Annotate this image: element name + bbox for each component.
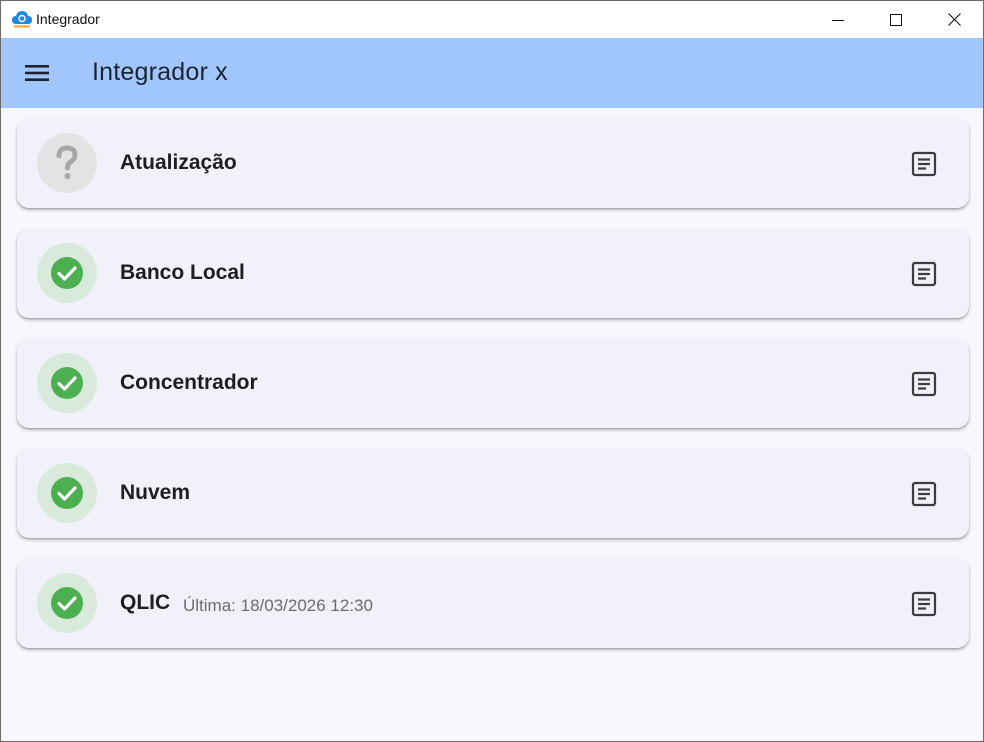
last-sync-text: Última: 18/03/2026 12:30 <box>183 596 373 615</box>
maximize-icon <box>890 13 902 26</box>
log-icon[interactable] <box>911 591 937 617</box>
status-avatar <box>37 573 97 633</box>
check-circle-icon <box>51 367 83 399</box>
log-icon[interactable] <box>911 261 937 287</box>
status-avatar <box>37 133 97 193</box>
service-name: Nuvem <box>120 481 191 504</box>
minimize-icon <box>832 19 844 21</box>
app-logo-icon <box>12 11 32 28</box>
status-avatar <box>37 463 97 523</box>
check-circle-icon <box>51 257 83 289</box>
service-name: Banco Local <box>120 261 245 284</box>
close-icon <box>947 13 961 26</box>
service-card-atualizacao[interactable]: Atualização <box>17 118 969 208</box>
window-titlebar[interactable]: Integrador <box>1 1 983 38</box>
page-title: Integrador x <box>92 58 228 86</box>
maximize-button[interactable] <box>867 1 925 38</box>
service-name: Concentrador <box>120 371 258 394</box>
service-card-banco-local[interactable]: Banco Local <box>17 228 969 318</box>
log-icon[interactable] <box>911 371 937 397</box>
window-title: Integrador <box>36 11 100 27</box>
service-name: QLIC <box>120 591 171 614</box>
check-circle-icon <box>51 587 83 619</box>
app-bar: Integrador x <box>1 38 983 108</box>
service-name: Atualização <box>120 151 237 174</box>
log-icon[interactable] <box>911 151 937 177</box>
minimize-button[interactable] <box>809 1 867 38</box>
menu-icon[interactable] <box>23 60 51 86</box>
question-mark-icon <box>56 145 78 179</box>
check-circle-icon <box>51 477 83 509</box>
service-card-concentrador[interactable]: Concentrador <box>17 338 969 428</box>
app-window: Integrador Integrador x Atualização Banc… <box>0 0 984 742</box>
service-card-nuvem[interactable]: Nuvem <box>17 448 969 538</box>
status-avatar <box>37 353 97 413</box>
close-button[interactable] <box>925 1 983 38</box>
status-avatar <box>37 243 97 303</box>
service-card-qlic[interactable]: QLIC Última: 18/03/2026 12:30 <box>17 558 969 648</box>
log-icon[interactable] <box>911 481 937 507</box>
